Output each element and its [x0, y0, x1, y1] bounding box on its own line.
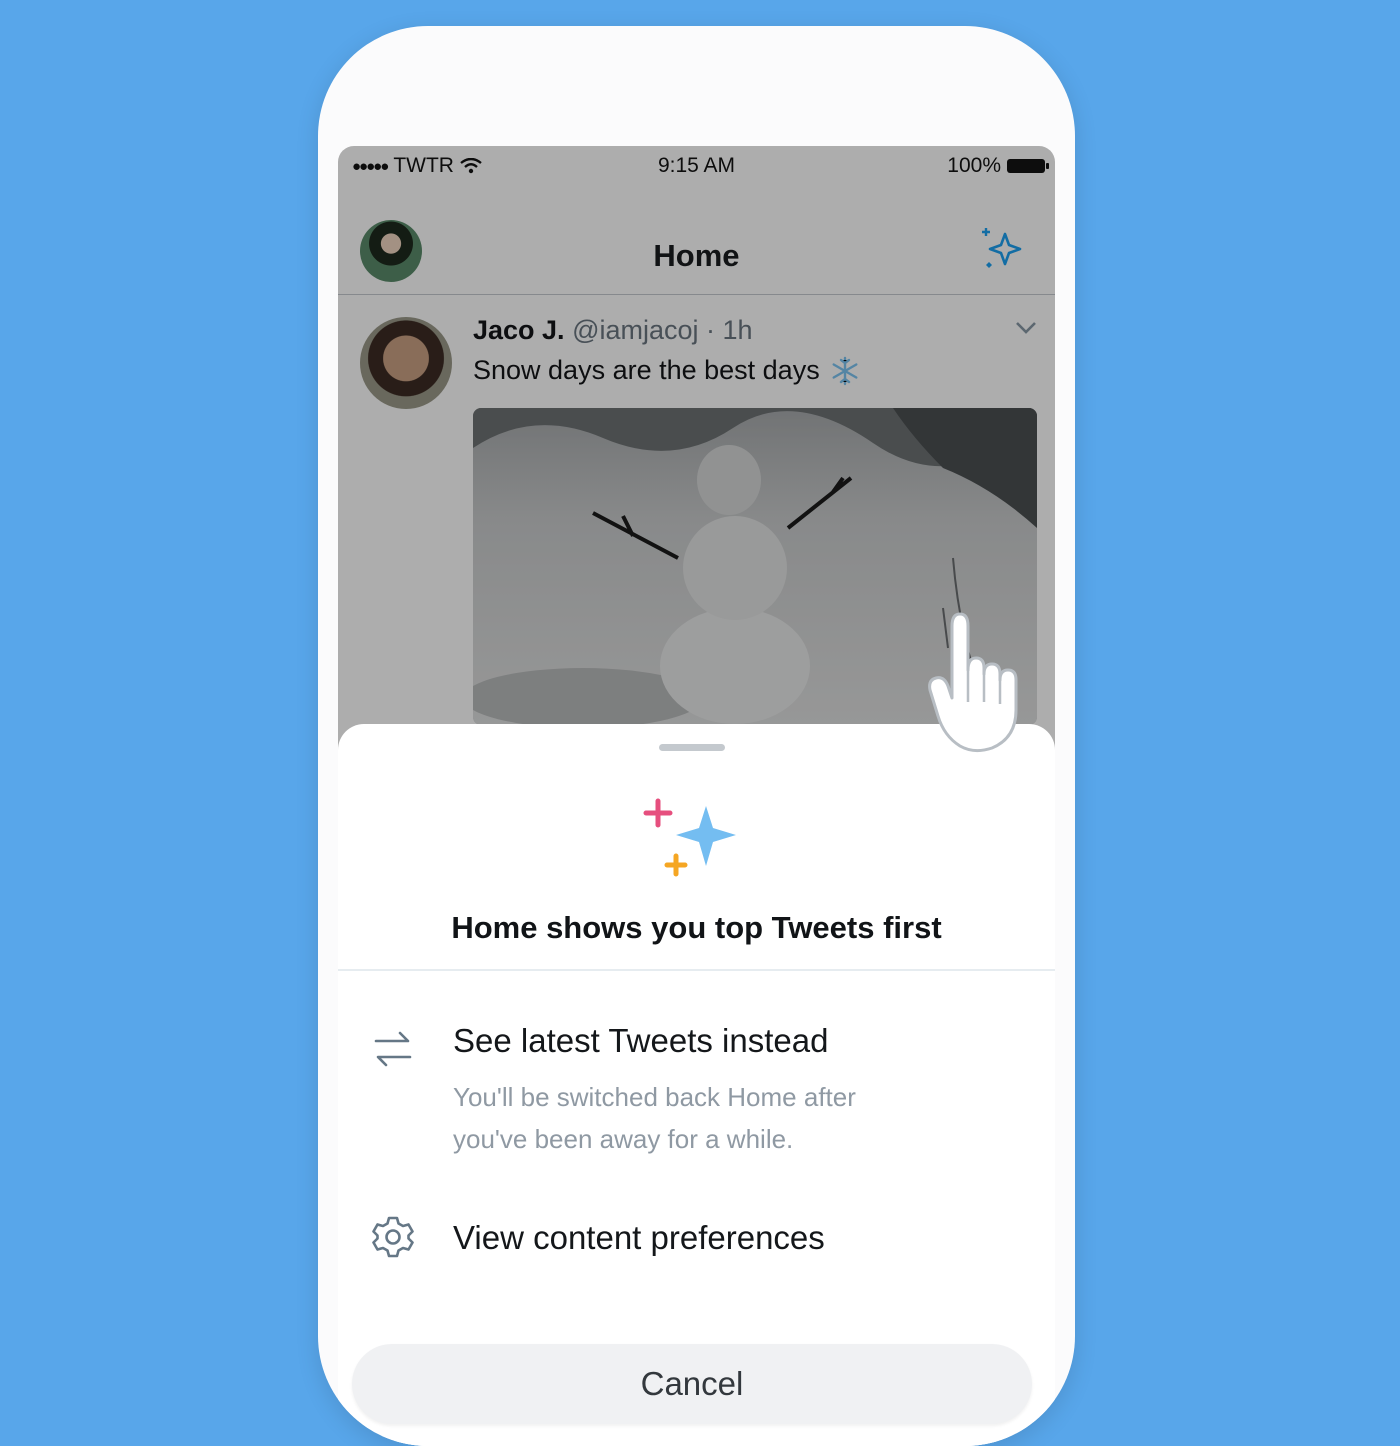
bottom-sheet: Home shows you top Tweets first See late… — [338, 724, 1055, 1446]
option-description-line: You'll be switched back Home after — [453, 1082, 856, 1112]
divider — [338, 969, 1055, 971]
hand-pointer-icon — [928, 612, 1018, 753]
option-label: See latest Tweets instead — [453, 1022, 829, 1059]
swap-arrows-icon — [374, 1031, 412, 1067]
app-screen: ●●●●● TWTR 9:15 AM 100% Home Jaco J. @ia… — [338, 146, 1055, 1446]
option-description-line: you've been away for a while. — [453, 1124, 794, 1154]
see-latest-tweets-option[interactable]: See latest Tweets instead You'll be swit… — [338, 1004, 1055, 1174]
sheet-grabber[interactable] — [659, 744, 725, 751]
option-description: You'll be switched back Home after you'v… — [453, 1076, 973, 1160]
sparkle-icon-large — [643, 798, 736, 877]
gear-icon — [372, 1216, 414, 1258]
cancel-button[interactable]: Cancel — [352, 1344, 1032, 1424]
option-label: View content preferences — [453, 1219, 825, 1256]
sheet-heading: Home shows you top Tweets first — [451, 910, 942, 945]
view-content-preferences-option[interactable]: View content preferences — [338, 1204, 1055, 1274]
